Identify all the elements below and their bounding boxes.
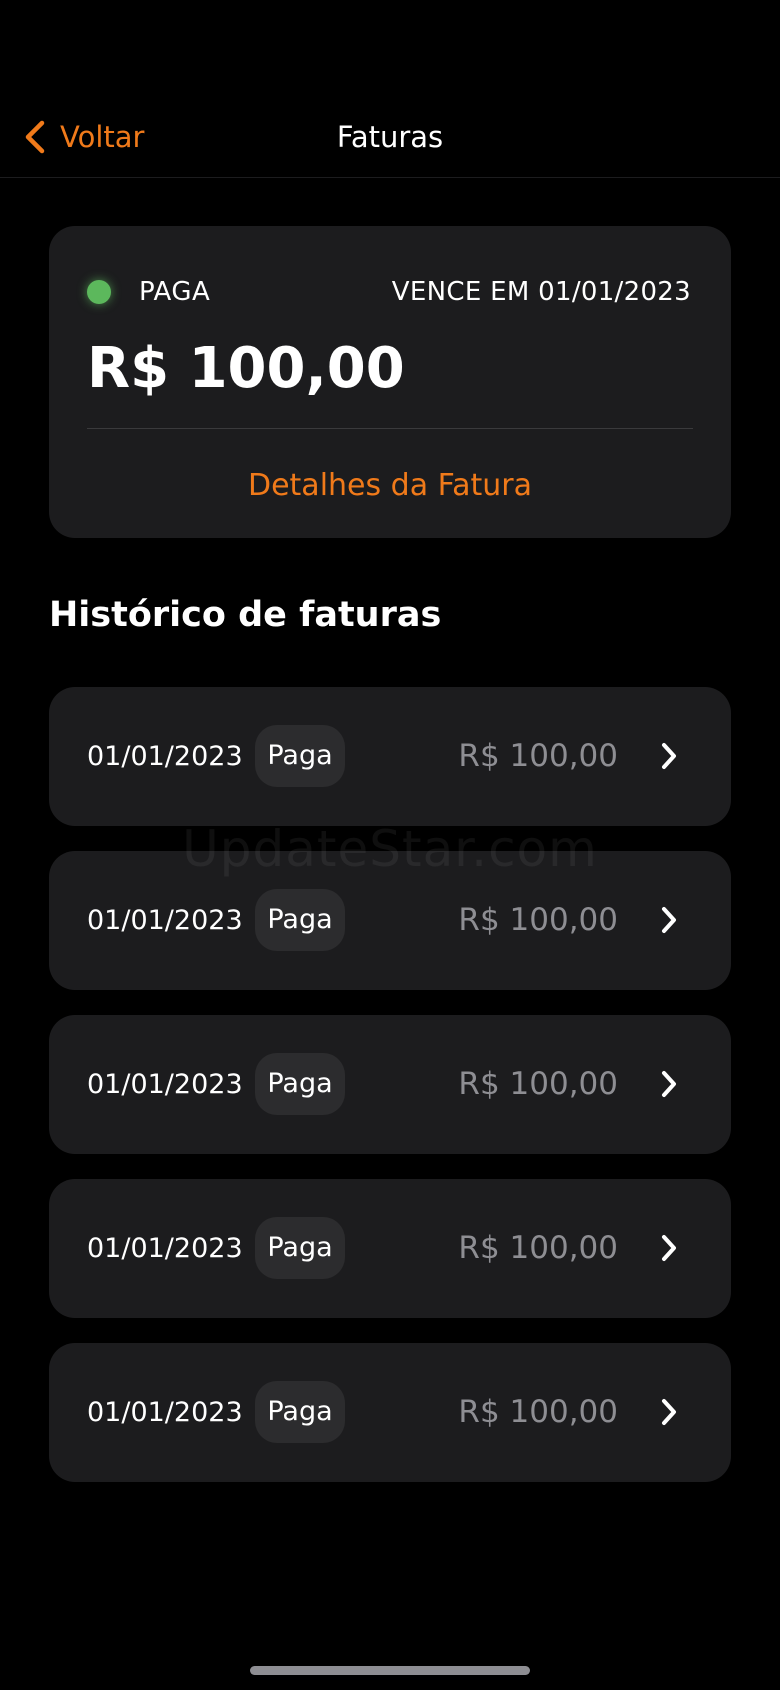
chevron-right-icon xyxy=(662,1071,676,1097)
status-badge: Paga xyxy=(255,889,345,951)
invoice-details-link[interactable]: Detalhes da Fatura xyxy=(49,461,731,511)
due-date: VENCE EM 01/01/2023 xyxy=(391,277,691,307)
current-invoice-card: PAGA VENCE EM 01/01/2023 R$ 100,00 Detal… xyxy=(49,226,731,538)
item-amount: R$ 100,00 xyxy=(458,1066,618,1102)
chevron-right-icon xyxy=(662,907,676,933)
status-badge: Paga xyxy=(255,1381,345,1443)
invoice-amount: R$ 100,00 xyxy=(87,336,405,401)
item-date: 01/01/2023 xyxy=(87,1397,243,1428)
divider xyxy=(87,428,693,429)
status-badge: Paga xyxy=(255,1053,345,1115)
item-date: 01/01/2023 xyxy=(87,905,243,936)
status-label: PAGA xyxy=(139,277,211,307)
item-amount: R$ 100,00 xyxy=(458,1394,618,1430)
invoice-history-item[interactable]: 01/01/2023 Paga R$ 100,00 xyxy=(49,851,731,990)
status-dot-icon xyxy=(87,280,111,304)
chevron-right-icon xyxy=(662,743,676,769)
invoice-status: PAGA xyxy=(87,272,210,312)
page-title: Faturas xyxy=(336,120,444,154)
history-title: Histórico de faturas xyxy=(49,595,442,635)
item-amount: R$ 100,00 xyxy=(458,902,618,938)
status-badge: Paga xyxy=(255,1217,345,1279)
navigation-bar: Voltar Faturas xyxy=(0,0,780,178)
invoice-history-item[interactable]: 01/01/2023 Paga R$ 100,00 xyxy=(49,687,731,826)
item-date: 01/01/2023 xyxy=(87,741,243,772)
item-date: 01/01/2023 xyxy=(87,1069,243,1100)
item-amount: R$ 100,00 xyxy=(458,1230,618,1266)
invoice-history-item[interactable]: 01/01/2023 Paga R$ 100,00 xyxy=(49,1343,731,1482)
invoice-history-item[interactable]: 01/01/2023 Paga R$ 100,00 xyxy=(49,1179,731,1318)
status-badge: Paga xyxy=(255,725,345,787)
item-date: 01/01/2023 xyxy=(87,1233,243,1264)
home-indicator[interactable] xyxy=(250,1666,530,1675)
item-amount: R$ 100,00 xyxy=(458,738,618,774)
chevron-right-icon xyxy=(662,1399,676,1425)
invoice-history-list: 01/01/2023 Paga R$ 100,00 01/01/2023 Pag… xyxy=(49,687,731,1507)
chevron-right-icon xyxy=(662,1235,676,1261)
invoice-history-item[interactable]: 01/01/2023 Paga R$ 100,00 xyxy=(49,1015,731,1154)
